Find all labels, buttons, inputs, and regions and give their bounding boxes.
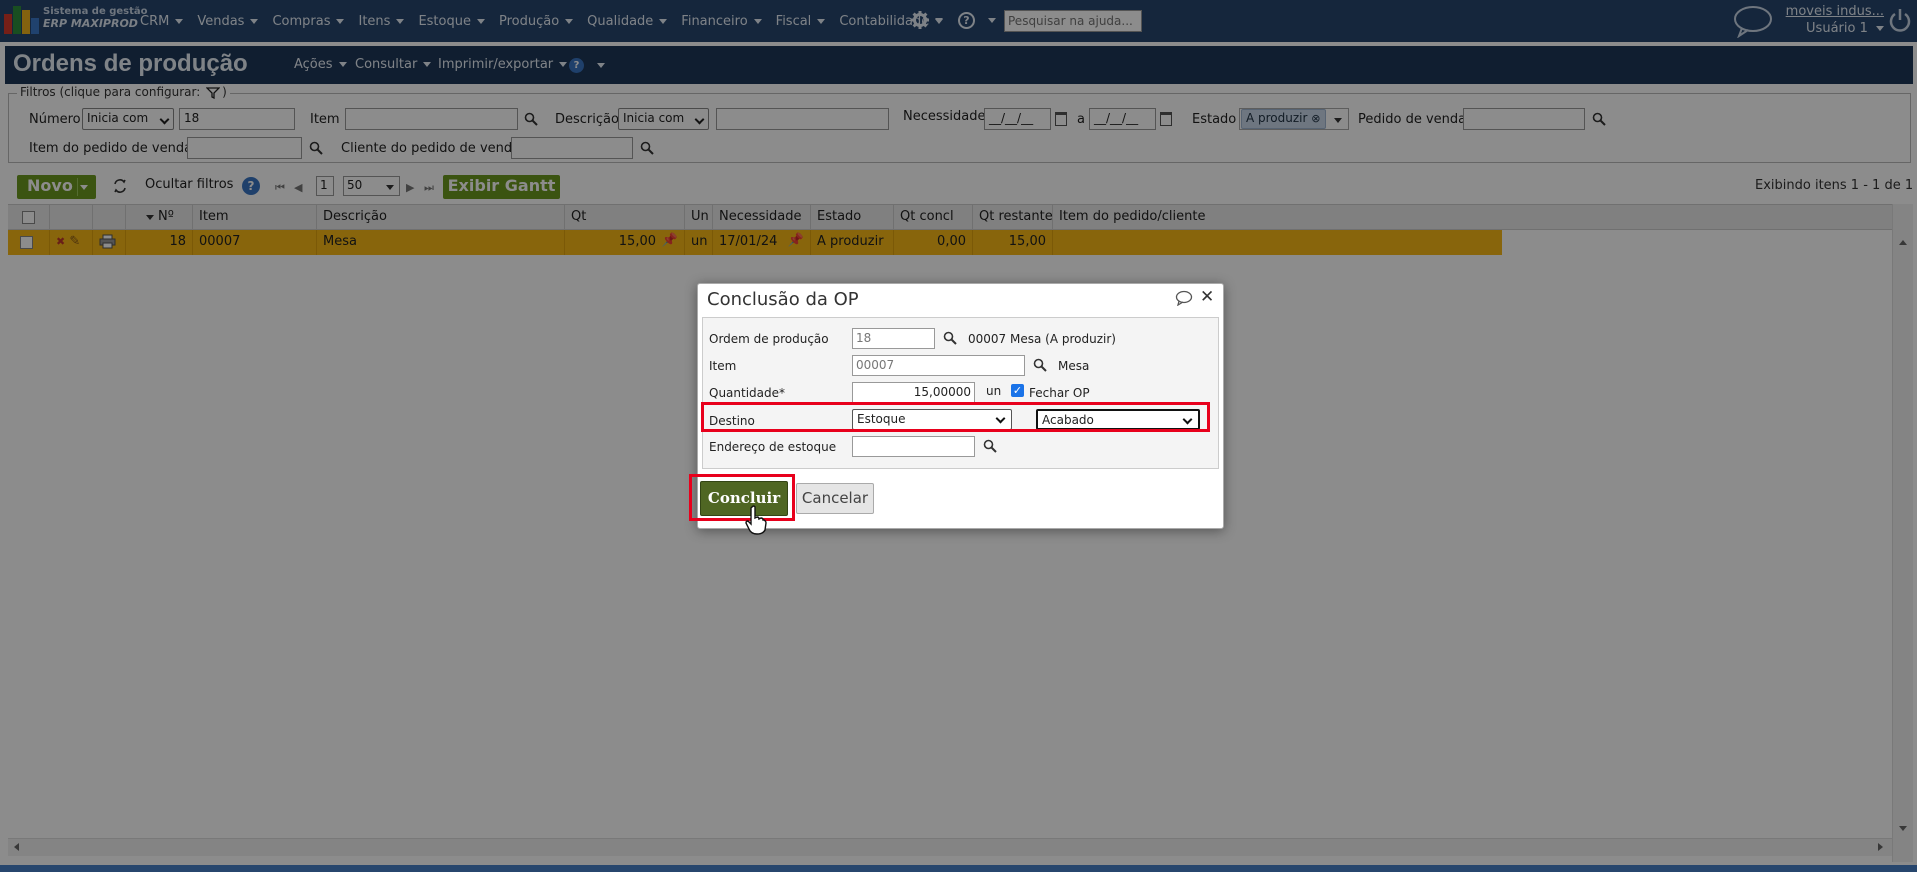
item-input[interactable]: 00007: [852, 355, 1025, 376]
hand-cursor-icon: [745, 505, 767, 535]
bottom-strip: [0, 865, 1917, 872]
fechar-op-checkbox[interactable]: ✓: [1011, 384, 1024, 397]
cancelar-button[interactable]: Cancelar: [796, 483, 874, 514]
search-icon[interactable]: [1033, 358, 1047, 372]
quantidade-unit: un: [986, 384, 1002, 398]
item-label: Item: [709, 359, 737, 373]
endereco-input[interactable]: [852, 436, 975, 457]
fechar-op-label: Fechar OP: [1029, 386, 1090, 400]
close-icon[interactable]: ✕: [1200, 287, 1214, 307]
comment-icon[interactable]: [1175, 290, 1193, 306]
ordem-input[interactable]: 18: [852, 328, 935, 349]
quantidade-input[interactable]: 15,00000: [852, 382, 975, 403]
search-icon[interactable]: [983, 439, 997, 453]
ordem-label: Ordem de produção: [709, 332, 829, 346]
concluir-button[interactable]: Concluir: [700, 481, 788, 516]
destino-highlight-annotation: [701, 402, 1210, 432]
dialog-form: Ordem de produção 18 00007 Mesa (A produ…: [702, 317, 1219, 469]
ordem-description: 00007 Mesa (A produzir): [968, 332, 1116, 346]
item-description: Mesa: [1058, 359, 1090, 373]
search-icon[interactable]: [943, 331, 957, 345]
endereco-label: Endereço de estoque: [709, 440, 837, 454]
quantidade-label: Quantidade*: [709, 386, 786, 400]
dialog-title: Conclusão da OP: [707, 289, 859, 310]
